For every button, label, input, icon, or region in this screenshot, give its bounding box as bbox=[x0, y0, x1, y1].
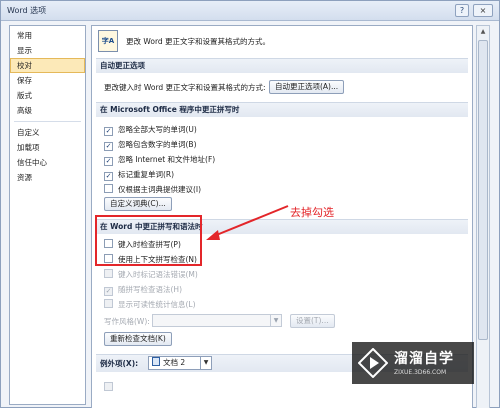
proofing-icon: 字A bbox=[98, 30, 118, 52]
label-ignore-internet: 忽略 Internet 和文件地址(F) bbox=[118, 155, 216, 164]
panel-header-text: 更改 Word 更正文字和设置其格式的方式。 bbox=[126, 37, 271, 46]
option-main-dictionary[interactable]: 仅根据主词典提供建议(I) bbox=[104, 184, 201, 195]
checkbox-mark-grammar[interactable] bbox=[104, 269, 113, 278]
exceptions-label: 例外项(X): bbox=[100, 359, 139, 368]
label-mark-grammar: 键入时标记语法错误(M) bbox=[118, 270, 198, 279]
sidebar-item-proofing[interactable]: 校对 bbox=[10, 58, 85, 73]
checkbox-check-grammar[interactable]: ✓ bbox=[104, 287, 113, 296]
document-icon bbox=[152, 357, 160, 366]
checkbox-readability-stats[interactable] bbox=[104, 299, 113, 308]
window-title: Word 选项 bbox=[7, 6, 47, 15]
sidebar-item-common[interactable]: 常用 bbox=[10, 28, 85, 43]
option-exception-partial[interactable] bbox=[104, 382, 118, 393]
checkbox-main-dictionary[interactable] bbox=[104, 184, 113, 193]
checkbox-ignore-numbers[interactable]: ✓ bbox=[104, 142, 113, 151]
watermark-title: 溜溜自学 bbox=[394, 351, 454, 367]
option-mark-grammar[interactable]: 键入时标记语法错误(M) bbox=[104, 269, 198, 280]
checkbox-exception-partial[interactable] bbox=[104, 382, 113, 391]
watermark: 溜溜自学 ZIXUE.3D66.COM bbox=[352, 342, 474, 384]
grammar-settings-button[interactable]: 设置(T)... bbox=[290, 314, 335, 328]
autocorrect-options-button[interactable]: 自动更正选项(A)... bbox=[269, 80, 345, 94]
sidebar-item-addins[interactable]: 加载项 bbox=[10, 140, 85, 155]
checkbox-flag-repeated[interactable]: ✓ bbox=[104, 172, 113, 181]
watermark-url: ZIXUE.3D66.COM bbox=[394, 369, 447, 376]
option-ignore-numbers[interactable]: ✓ 忽略包含数字的单词(B) bbox=[104, 139, 197, 151]
sidebar-item-layout[interactable]: 版式 bbox=[10, 88, 85, 103]
close-button[interactable]: × bbox=[473, 4, 493, 17]
sidebar-item-resources[interactable]: 资源 bbox=[10, 170, 85, 185]
scroll-thumb[interactable] bbox=[478, 40, 488, 340]
label-ignore-numbers: 忽略包含数字的单词(B) bbox=[118, 140, 197, 149]
watermark-logo-icon bbox=[358, 348, 388, 378]
autocorrect-description: 更改键入时 Word 更正文字和设置其格式的方式: bbox=[104, 83, 266, 92]
chevron-down-icon: ▼ bbox=[270, 315, 281, 326]
option-ignore-internet[interactable]: ✓ 忽略 Internet 和文件地址(F) bbox=[104, 154, 216, 166]
recheck-document-button[interactable]: 重新检查文档(K) bbox=[104, 332, 172, 346]
checkbox-ignore-internet[interactable]: ✓ bbox=[104, 157, 113, 166]
custom-dictionaries-button[interactable]: 自定义词典(C)... bbox=[104, 197, 172, 211]
label-check-grammar: 随拼写检查语法(H) bbox=[118, 285, 182, 294]
option-ignore-uppercase[interactable]: ✓ 忽略全部大写的单词(U) bbox=[104, 124, 197, 136]
title-bar: Word 选项 ? × bbox=[1, 1, 499, 21]
sidebar-item-advanced[interactable]: 高级 bbox=[10, 103, 85, 118]
label-main-dictionary: 仅根据主词典提供建议(I) bbox=[118, 185, 202, 194]
sidebar-item-customize[interactable]: 自定义 bbox=[10, 125, 85, 140]
exceptions-document-name: 文档 2 bbox=[163, 358, 186, 367]
options-sidebar: 常用 显示 校对 保存 版式 高级 自定义 加载项 信任中心 资源 bbox=[9, 25, 86, 405]
chevron-down-icon: ▼ bbox=[200, 357, 211, 369]
help-button[interactable]: ? bbox=[455, 4, 469, 17]
option-readability-stats[interactable]: 显示可读性统计信息(L) bbox=[104, 299, 196, 310]
annotation-text: 去掉勾选 bbox=[290, 206, 334, 219]
section-autocorrect-title: 自动更正选项 bbox=[96, 58, 468, 73]
annotation-arrow-icon bbox=[206, 205, 289, 240]
panel-scrollbar[interactable]: ▲ bbox=[476, 25, 490, 408]
writing-style-label: 写作风格(W): bbox=[104, 317, 150, 326]
highlight-box bbox=[95, 215, 202, 266]
label-ignore-uppercase: 忽略全部大写的单词(U) bbox=[118, 125, 197, 134]
sidebar-item-trust-center[interactable]: 信任中心 bbox=[10, 155, 85, 170]
sidebar-divider bbox=[14, 121, 81, 122]
sidebar-item-save[interactable]: 保存 bbox=[10, 73, 85, 88]
exceptions-document-select[interactable]: 文档 2 ▼ bbox=[148, 356, 212, 370]
writing-style-select[interactable]: ▼ bbox=[152, 314, 282, 327]
sidebar-item-display[interactable]: 显示 bbox=[10, 43, 85, 58]
scroll-up-icon[interactable]: ▲ bbox=[477, 26, 489, 38]
label-flag-repeated: 标记重复单词(R) bbox=[118, 170, 175, 179]
checkbox-ignore-uppercase[interactable]: ✓ bbox=[104, 127, 113, 136]
option-flag-repeated[interactable]: ✓ 标记重复单词(R) bbox=[104, 169, 175, 181]
label-readability-stats: 显示可读性统计信息(L) bbox=[118, 300, 196, 309]
option-check-grammar[interactable]: ✓ 随拼写检查语法(H) bbox=[104, 284, 182, 296]
section-office-spelling-title: 在 Microsoft Office 程序中更正拼写时 bbox=[96, 102, 468, 117]
